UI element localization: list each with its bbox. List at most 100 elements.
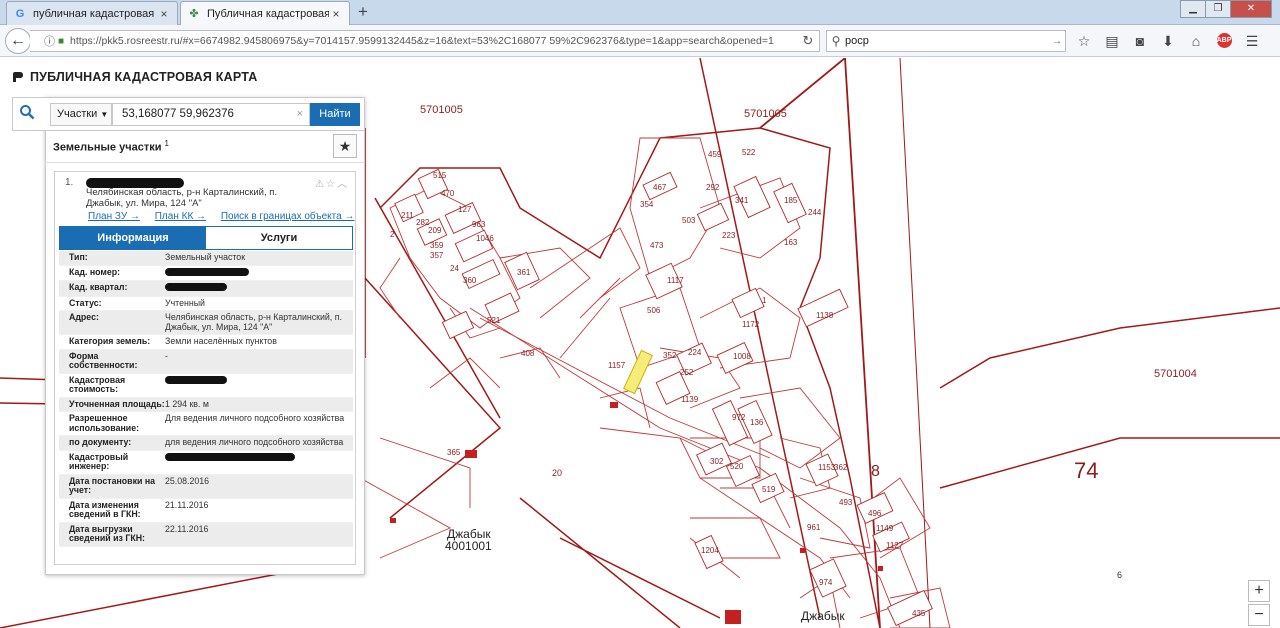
plan-zu-link[interactable]: План ЗУ → xyxy=(88,211,140,222)
find-button[interactable]: Найти xyxy=(310,103,360,126)
parcel-number: 362 xyxy=(834,463,848,472)
navigation-bar: ← ⓘ ■ https://pkk5.rosreestr.ru/#x=66749… xyxy=(0,25,1280,57)
adblock-icon[interactable]: ABP xyxy=(1210,30,1238,52)
results-title-text: Земельные участки xyxy=(53,141,162,154)
info-key: Категория земель: xyxy=(69,336,151,346)
parcel-number: 127 xyxy=(458,205,472,214)
results-title: Земельные участки 1 xyxy=(53,139,169,154)
search-go-icon[interactable]: → xyxy=(1049,35,1065,47)
parcel-number: 185 xyxy=(784,196,798,205)
zoom-out-button[interactable]: − xyxy=(1248,604,1270,626)
parcel-number: 1153 xyxy=(818,463,836,472)
pocket-icon[interactable]: ◙ xyxy=(1126,30,1154,52)
info-value: 21.11.2016 xyxy=(165,499,209,510)
browser-search-box[interactable]: ⚲ роср → xyxy=(826,30,1066,52)
info-table: Тип: Земельный участок Кад. номер: Кад. ква… xyxy=(59,251,353,547)
parcel-number: 435 xyxy=(912,609,926,618)
parcel-number: 1157 xyxy=(608,361,626,370)
address-bar[interactable]: ⓘ ■ https://pkk5.rosreestr.ru/#x=6674982… xyxy=(30,30,820,52)
parcel-label: 20 xyxy=(552,468,563,478)
parcel-number: 24 xyxy=(450,264,459,273)
parcel-number: 522 xyxy=(742,148,756,157)
close-window-button[interactable]: ✕ xyxy=(1230,0,1272,18)
search-icon[interactable] xyxy=(19,104,39,124)
parcel-number: 302 xyxy=(710,457,724,466)
tab-google[interactable]: G публичная кадастровая к... × xyxy=(6,1,178,25)
region-label: 74 xyxy=(1074,458,1099,483)
parcel-number: 1 xyxy=(762,296,767,305)
plan-kk-link[interactable]: План КК → xyxy=(155,211,206,222)
clear-icon[interactable]: × xyxy=(297,104,303,125)
parcel-number: 244 xyxy=(808,208,822,217)
favorite-star-button[interactable]: ★ xyxy=(333,134,357,158)
redacted-value xyxy=(165,452,295,461)
parcel-number: 520 xyxy=(730,462,744,471)
browser-tab-strip: G публичная кадастровая к... × ✤ Публичн… xyxy=(0,0,1280,25)
redacted-value xyxy=(165,375,227,384)
close-tab-icon[interactable]: × xyxy=(157,7,171,21)
info-row: Разрешенное использование: Для ведения ли… xyxy=(59,412,353,436)
back-button[interactable]: ← xyxy=(5,28,31,54)
parcel-number: 1204 xyxy=(701,546,719,555)
info-value: Земельный участок xyxy=(165,252,246,262)
menu-icon[interactable]: ☰ xyxy=(1238,30,1266,52)
info-row: Кад. номер: xyxy=(59,266,353,281)
search-value[interactable]: роср xyxy=(845,35,1049,47)
parcel-number: 521 xyxy=(487,316,501,325)
parcel-number: 357 xyxy=(430,251,444,260)
parcel-number: 506 xyxy=(647,306,661,315)
home-icon[interactable]: ⌂ xyxy=(1182,30,1210,52)
warning-star-chevron-icons[interactable]: ⚠☆︿ xyxy=(315,175,349,190)
info-key: Уточненная площадь: xyxy=(69,398,165,409)
info-row: Дата изменения сведений в ГКН: 21.11.2016 xyxy=(59,499,353,523)
minimize-button[interactable]: ▁ xyxy=(1180,0,1206,18)
parcel-number: 252 xyxy=(680,368,694,377)
info-icon[interactable]: ⓘ xyxy=(44,33,55,49)
result-address: Челябинская область, р-н Карталинский, п… xyxy=(86,187,278,209)
search-icon: ⚲ xyxy=(831,34,841,48)
result-card[interactable]: 1. ⚠☆︿ Челябинская область, р-н Карталин… xyxy=(54,171,356,565)
tab-information[interactable]: Информация xyxy=(60,227,206,249)
parcel-number: 211 xyxy=(401,211,414,220)
info-value xyxy=(165,267,353,279)
parcel-number: 467 xyxy=(653,183,667,192)
info-key: Кадастровая стоимость: xyxy=(69,374,126,394)
search-within-object-link[interactable]: Поиск в границах объекта → xyxy=(221,211,355,222)
tab-services[interactable]: Услуги xyxy=(206,227,352,249)
info-value: Учтенный xyxy=(165,297,205,308)
search-input-value: 53,168077 59,962376 xyxy=(122,108,234,120)
parcel-number: 163 xyxy=(784,238,798,247)
restore-button[interactable]: ❐ xyxy=(1205,0,1231,18)
info-row: Дата постановки на учет: 25.08.2016 xyxy=(59,474,353,499)
parcel-number: 360 xyxy=(463,276,477,285)
zoom-in-button[interactable]: + xyxy=(1248,580,1270,602)
reload-icon[interactable]: ↻ xyxy=(797,33,819,49)
search-type-label: Участки xyxy=(57,108,98,120)
reading-list-icon[interactable]: ▤ xyxy=(1098,30,1126,52)
tab-pkk[interactable]: ✤ Публичная кадастровая к... × xyxy=(180,1,350,25)
parcel-number: 515 xyxy=(433,171,447,180)
tab-label: публичная кадастровая к... xyxy=(33,7,157,20)
app-title-text: ПУБЛИЧНАЯ КАДАСТРОВАЯ КАРТА xyxy=(30,70,258,84)
info-key: Разрешенное использование: xyxy=(69,413,140,433)
download-icon[interactable]: ⬇ xyxy=(1154,30,1182,52)
search-type-dropdown[interactable]: Участки ▼ xyxy=(50,103,112,126)
url-text[interactable]: https://pkk5.rosreestr.ru/#x=6674982.945… xyxy=(70,35,797,47)
parcel-number: 1172 xyxy=(742,320,760,329)
info-key: Форма собственности: xyxy=(69,350,138,370)
info-row: Кадастровый инженер: xyxy=(59,451,353,475)
new-tab-button[interactable]: + xyxy=(354,3,372,21)
search-input[interactable]: 53,168077 59,962376 × xyxy=(112,103,310,126)
parcel-number: 1046 xyxy=(476,234,494,243)
parcel-number: 136 xyxy=(750,418,764,427)
info-key: Кадастровый инженер: xyxy=(69,451,129,471)
quarter-code-label: 4001001 xyxy=(445,539,492,553)
bookmark-star-icon[interactable]: ☆ xyxy=(1070,30,1098,52)
info-row: по документу: для ведения личного подсобн… xyxy=(59,436,353,451)
parcel-number: 459 xyxy=(708,150,722,159)
info-value: Для ведения личного подсобного хозяйства xyxy=(165,413,345,423)
district-label: 8 xyxy=(871,463,880,480)
info-row: Тип: Земельный участок xyxy=(59,251,353,266)
close-tab-icon[interactable]: × xyxy=(329,7,343,21)
window-controls: ▁ ❐ ✕ xyxy=(1180,0,1272,18)
